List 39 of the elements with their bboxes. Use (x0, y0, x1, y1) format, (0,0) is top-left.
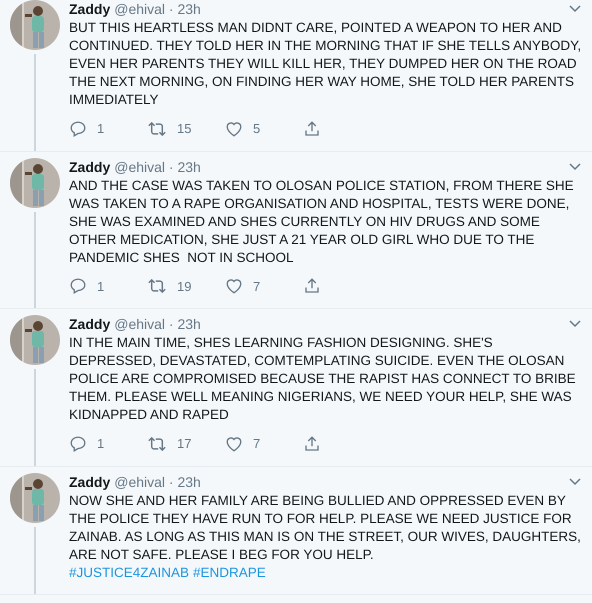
author-name[interactable]: Zaddy (69, 472, 110, 490)
reply-count: 1 (97, 435, 104, 453)
reply-count: 1 (97, 278, 104, 296)
handle-and-time: @ehival · 23h (114, 315, 201, 333)
like-count: 7 (253, 435, 260, 453)
share-icon[interactable] (303, 434, 321, 453)
tweet-text: IN THE MAIN TIME, SHES LEARNING FASHION DESIGNING. SHE'S DEPRESSED, DEVASTATED, COMTEMPLATING SUICIDE. EVEN THE OLOSAN POLICE ARE COMPROMISED BECAUSE THE RAPIST HAS CONNECT TO BRIBE THEM. PLEASE WELL MEANING NIGERIANS, WE NEED YOUR HELP, SHE WAS KIDNAPPED AND RAPED (69, 334, 577, 424)
handle-and-time: @ehival · 23h (114, 158, 201, 176)
tweet-text: BUT THIS HEARTLESS MAN DIDNT CARE, POINTED A WEAPON TO HER AND CONTINUED. THEY TOLD HER IN THE MORNING THAT IF SHE TELLS ANYBODY, EVEN HER PARENTS THEY WILL KILL HER, THEY DUMPED HER ON THE ROAD THE NEXT MORNING, ON FINDING HER WAY HOME, SHE TOLD HER PARENTS IMMEDIATELY (69, 19, 582, 109)
handle-and-time: @ehival · 23h (114, 0, 201, 18)
heart-icon[interactable] (225, 434, 243, 453)
retweet-count: 17 (177, 435, 192, 453)
tweet-text: NOW SHE AND HER FAMILY ARE BEING BULLIED AND OPPRESSED EVEN BY THE POLICE THEY HAVE RUN TO FOR HELP. PLEASE WE NEED JUSTICE FOR ZAINAB. AS LONG AS THIS MAN IS ON THE STREET, OUR WIVES, DAUGHTERS, ARE NOT SAFE. PLEASE I BEG FOR YOU HELP. (69, 492, 582, 564)
avatar[interactable] (10, 315, 60, 365)
share-icon[interactable] (303, 120, 321, 138)
reply-icon[interactable] (69, 120, 87, 138)
reply-icon[interactable] (69, 277, 87, 296)
retweet-count: 19 (177, 278, 192, 296)
retweet-icon[interactable] (147, 277, 167, 296)
reply-icon[interactable] (69, 434, 87, 453)
reply-count: 1 (97, 120, 104, 138)
like-count: 7 (253, 278, 260, 296)
heart-icon[interactable] (225, 120, 243, 138)
author-name[interactable]: Zaddy (69, 0, 110, 18)
chevron-down-icon[interactable] (568, 319, 582, 329)
handle-and-time: @ehival · 23h (114, 472, 201, 490)
share-icon[interactable] (303, 277, 321, 296)
retweet-icon[interactable] (147, 434, 167, 453)
author-name[interactable]: Zaddy (69, 158, 110, 176)
retweet-icon[interactable] (147, 120, 167, 138)
chevron-down-icon[interactable] (568, 476, 582, 486)
avatar[interactable] (10, 0, 60, 50)
like-count: 5 (253, 120, 260, 138)
retweet-count: 15 (177, 120, 192, 138)
chevron-down-icon[interactable] (568, 4, 582, 14)
chevron-down-icon[interactable] (568, 162, 582, 172)
author-name[interactable]: Zaddy (69, 315, 110, 333)
heart-icon[interactable] (225, 277, 243, 296)
tweet-text: AND THE CASE WAS TAKEN TO OLOSAN POLICE STATION, FROM THERE SHE WAS TAKEN TO A RAPE ORGANISATION AND HOSPITAL, TESTS WERE DONE, SHE WAS EXAMINED AND SHES CURRENTLY ON HIV DRUGS AND SOME OTHER MEDICATION, SHE JUST A 21 YEAR OLD GIRL WHO DUE TO THE PANDEMIC SHES NOT IN SCHOOL (69, 176, 575, 266)
